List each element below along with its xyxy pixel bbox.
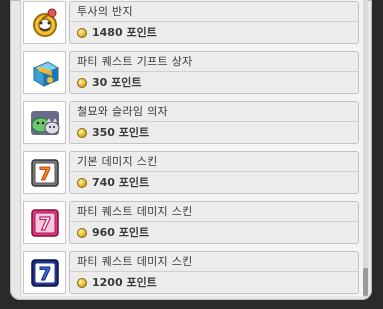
item-price: 30 포인트	[70, 73, 365, 93]
item-name: 파티 퀘스트 데미지 스킨	[70, 202, 358, 222]
item-price: 740 포인트	[70, 173, 365, 193]
item-info: 투사의 반지 1480 포인트	[69, 1, 359, 44]
item-info: 파티 퀘스트 데미지 스킨 960 포인트	[69, 201, 359, 244]
item-price-text: 350 포인트	[92, 126, 150, 139]
cat-slime-chair-icon	[23, 101, 66, 144]
item-price: 350 포인트	[70, 123, 365, 143]
coin-icon	[77, 28, 87, 38]
damage-skin-pink-icon: 7	[23, 201, 66, 244]
shop-item-row[interactable]: 7 파티 퀘스트 데미지 스킨 1200 포인트	[12, 251, 359, 299]
item-info: 파티 퀘스트 데미지 스킨 1200 포인트	[69, 251, 359, 294]
svg-text:7: 7	[38, 214, 51, 235]
shop-item-row[interactable]: 철묘와 슬라임 의자 350 포인트	[12, 101, 359, 149]
item-price-text: 740 포인트	[92, 176, 150, 189]
item-name: 투사의 반지	[70, 2, 358, 22]
item-info: 철묘와 슬라임 의자 350 포인트	[69, 101, 359, 144]
item-price-text: 1480 포인트	[92, 26, 157, 39]
coin-icon	[77, 278, 87, 288]
ring-icon	[23, 1, 66, 44]
coin-icon	[77, 128, 87, 138]
coin-icon	[77, 78, 87, 88]
shop-item-row[interactable]: 파티 퀘스트 기프트 상자 30 포인트	[12, 51, 359, 99]
item-name: 기본 데미지 스킨	[70, 152, 358, 172]
item-info: 기본 데미지 스킨 740 포인트	[69, 151, 359, 194]
item-name: 파티 퀘스트 기프트 상자	[70, 52, 358, 72]
item-price: 1200 포인트	[70, 273, 365, 293]
coin-icon	[77, 178, 87, 188]
scrollbar[interactable]	[363, 0, 368, 298]
item-price-text: 1200 포인트	[92, 276, 157, 289]
item-info: 파티 퀘스트 기프트 상자 30 포인트	[69, 51, 359, 94]
damage-skin-blue-icon: 7	[23, 251, 66, 294]
item-price: 1480 포인트	[70, 23, 365, 43]
scroll-thumb[interactable]	[363, 268, 368, 296]
svg-text:7: 7	[38, 164, 51, 185]
shop-item-row[interactable]: 투사의 반지 1480 포인트	[12, 1, 359, 49]
shop-item-row[interactable]: 7 파티 퀘스트 데미지 스킨 960 포인트	[12, 201, 359, 249]
damage-skin-basic-icon: 7	[23, 151, 66, 194]
item-price: 960 포인트	[70, 223, 365, 243]
svg-text:7: 7	[38, 264, 51, 285]
coin-icon	[77, 228, 87, 238]
item-name: 철묘와 슬라임 의자	[70, 102, 358, 122]
shop-item-row[interactable]: 7 기본 데미지 스킨 740 포인트	[12, 151, 359, 199]
item-name: 파티 퀘스트 데미지 스킨	[70, 252, 358, 272]
item-price-text: 960 포인트	[92, 226, 150, 239]
item-price-text: 30 포인트	[92, 76, 142, 89]
gift-box-icon	[23, 51, 66, 94]
